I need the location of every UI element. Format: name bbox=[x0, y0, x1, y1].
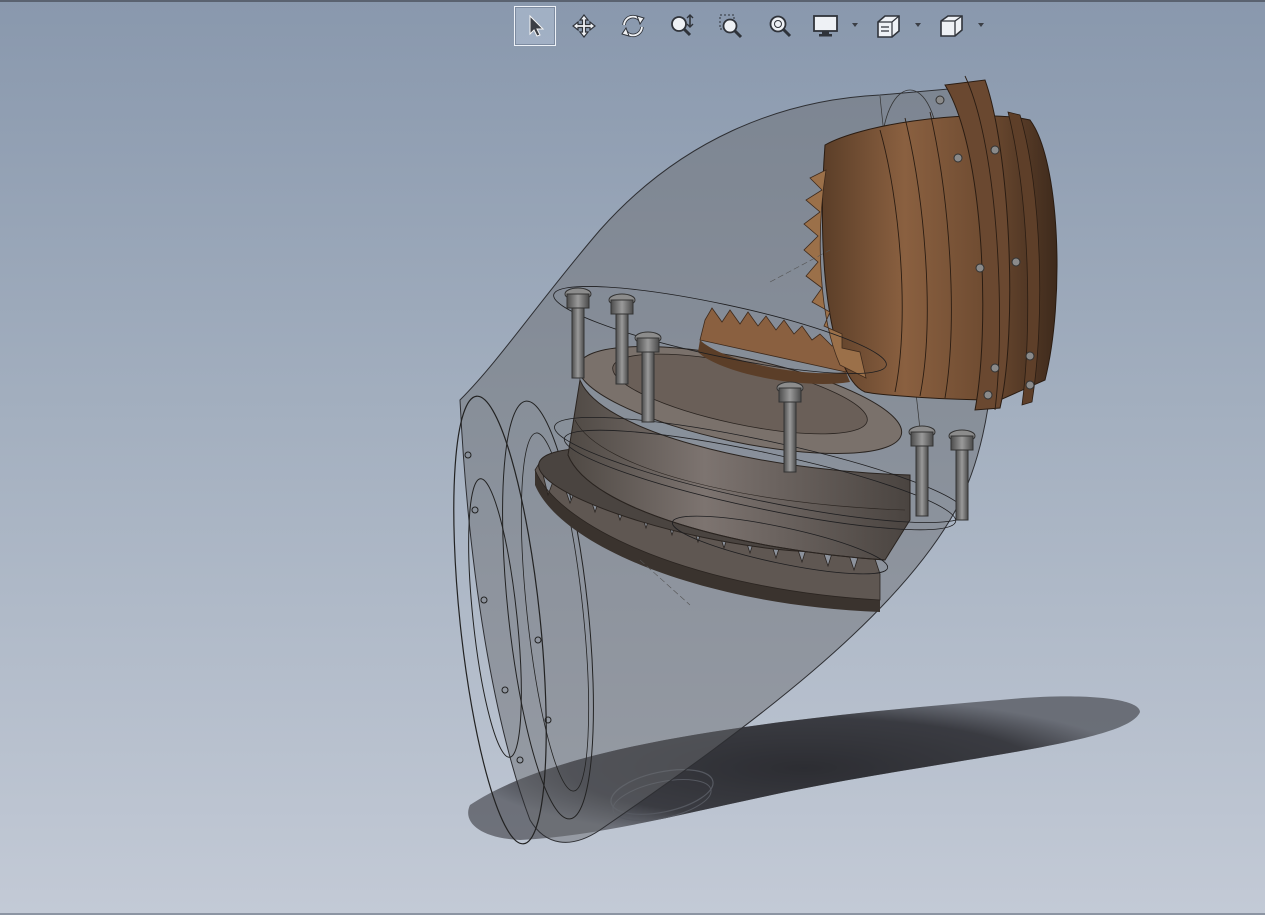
rotate-button[interactable] bbox=[612, 6, 654, 46]
heads-up-view-toolbar bbox=[514, 5, 997, 47]
display-style-button[interactable] bbox=[808, 6, 864, 46]
chevron-down-icon[interactable] bbox=[978, 23, 984, 27]
zoom-in-out-icon bbox=[671, 14, 694, 37]
zoom-in-out-button[interactable] bbox=[661, 6, 703, 46]
select-tool-button[interactable] bbox=[514, 6, 556, 46]
zoom-to-fit-button[interactable] bbox=[759, 6, 801, 46]
chevron-down-icon[interactable] bbox=[915, 23, 921, 27]
pointer-icon bbox=[529, 14, 545, 37]
section-view-button[interactable] bbox=[871, 6, 927, 46]
monitor-icon bbox=[813, 15, 838, 37]
gearbox-assembly-model[interactable] bbox=[0, 0, 1265, 915]
zoom-to-fit-icon bbox=[769, 15, 792, 38]
view-orientation-button[interactable] bbox=[934, 6, 990, 46]
section-view-icon bbox=[877, 15, 900, 38]
cube-icon bbox=[940, 15, 963, 37]
zoom-to-area-icon bbox=[719, 14, 743, 39]
pan-button[interactable] bbox=[563, 6, 605, 46]
graphics-viewport[interactable] bbox=[0, 0, 1265, 915]
chevron-down-icon[interactable] bbox=[852, 23, 858, 27]
move-arrows-icon bbox=[572, 14, 596, 38]
zoom-to-area-button[interactable] bbox=[710, 6, 752, 46]
rotate-icon bbox=[621, 14, 645, 38]
